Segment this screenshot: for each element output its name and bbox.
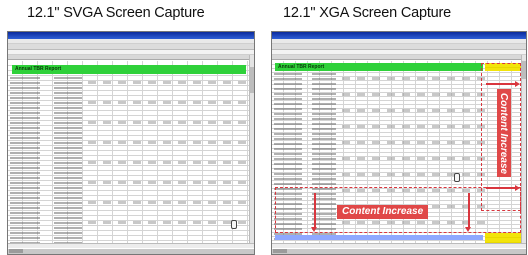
content-increase-callout-vertical: Content Increase (497, 89, 511, 177)
data-row (342, 141, 486, 144)
start-button[interactable] (9, 249, 23, 253)
arrow-line (314, 193, 316, 229)
taskbar (8, 248, 254, 254)
svga-screenshot: Annual TBR Report (7, 31, 255, 255)
callout-label: Content Increase (498, 92, 510, 174)
window-title-bar (8, 32, 254, 39)
data-row (88, 221, 248, 224)
callout-label: Content Increase (342, 206, 424, 217)
arrow-down-icon (465, 227, 471, 232)
data-row (342, 93, 486, 96)
report-title-banner: Annual TBR Report (275, 63, 483, 71)
data-row (88, 121, 248, 124)
cell-grid[interactable] (8, 61, 254, 250)
start-button[interactable] (273, 249, 287, 253)
arrow-right-icon (515, 185, 520, 191)
arrow-right-icon (515, 81, 520, 87)
data-row (88, 81, 248, 84)
column-headers (272, 55, 526, 60)
vertical-scrollbar[interactable] (249, 55, 254, 250)
row-label-column (10, 77, 40, 250)
spreadsheet-grid[interactable]: Annual TBR Report Content Increase Conte… (272, 55, 526, 250)
data-row (88, 201, 248, 204)
data-row (342, 173, 486, 176)
data-row (88, 101, 248, 104)
data-row (88, 181, 248, 184)
comparison-figure: 12.1" SVGA Screen Capture 12.1" XGA Scre… (0, 0, 528, 255)
spreadsheet-grid[interactable]: Annual TBR Report (8, 55, 254, 250)
report-title-banner: Annual TBR Report (12, 65, 246, 74)
left-caption: 12.1" SVGA Screen Capture (27, 5, 205, 21)
arrow-line (486, 187, 516, 189)
vertical-scrollbar[interactable] (521, 55, 526, 250)
mouse-cursor-icon (454, 173, 460, 182)
mouse-cursor-icon (231, 220, 237, 229)
data-row (88, 161, 248, 164)
data-row (342, 109, 486, 112)
right-caption: 12.1" XGA Screen Capture (283, 5, 452, 21)
data-row (342, 125, 486, 128)
column-headers (8, 55, 254, 60)
scroll-thumb[interactable] (522, 61, 526, 79)
data-row (88, 141, 248, 144)
data-row (342, 77, 486, 80)
arrow-down-icon (311, 227, 317, 232)
scroll-thumb[interactable] (250, 67, 254, 93)
taskbar (272, 248, 526, 254)
xga-screenshot: Annual TBR Report Content Increase Conte… (271, 31, 527, 255)
category-column (54, 77, 82, 250)
data-row (342, 157, 486, 160)
window-title-bar (272, 32, 526, 39)
arrow-line (486, 83, 516, 85)
content-increase-callout-horizontal: Content Increase (337, 205, 429, 219)
report-title: Annual TBR Report (278, 64, 325, 70)
totals-row (275, 235, 483, 240)
arrow-line (468, 193, 470, 229)
report-title: Annual TBR Report (15, 66, 62, 72)
